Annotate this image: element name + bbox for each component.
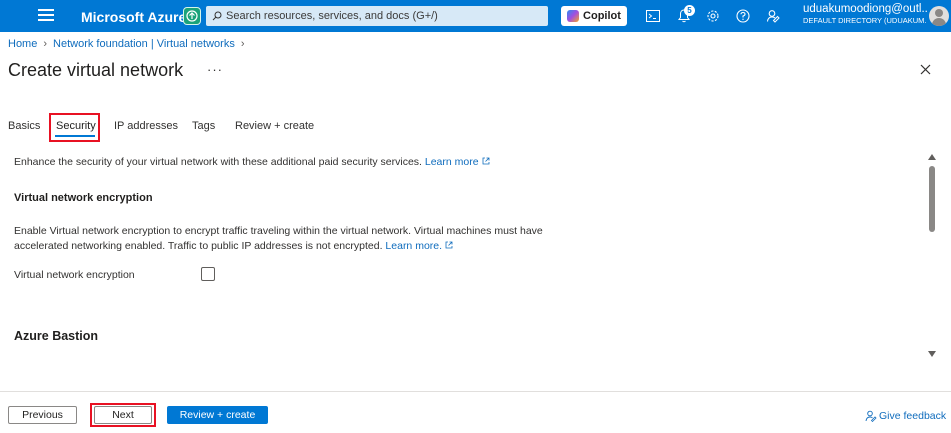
help-icon[interactable] (735, 8, 751, 24)
scroll-thumb[interactable] (929, 166, 935, 232)
more-options-icon[interactable]: ··· (207, 62, 223, 77)
notification-badge: 5 (684, 5, 695, 16)
account-info[interactable]: uduakumoodiong@outl... DEFAULT DIRECTORY… (803, 3, 927, 25)
intro-description: Enhance the security of your virtual net… (14, 156, 422, 168)
chevron-right-icon: › (43, 38, 48, 50)
copilot-icon (567, 10, 580, 22)
upgrade-icon[interactable] (183, 7, 201, 25)
encryption-field-label: Virtual network encryption (14, 269, 135, 281)
cloud-shell-icon[interactable] (645, 8, 661, 24)
encryption-learn-more-label: Learn more. (385, 240, 443, 252)
learn-more-label: Learn more (424, 156, 479, 168)
encryption-heading: Virtual network encryption (14, 192, 153, 204)
settings-icon[interactable] (705, 8, 721, 24)
tab-review-create[interactable]: Review + create (235, 120, 314, 132)
security-tab-highlight (49, 113, 100, 142)
top-bar: Microsoft Azure Copilot 5 uduakumoodiong… (0, 0, 951, 32)
external-link-icon (482, 157, 489, 165)
copilot-label: Copilot (583, 10, 621, 22)
chevron-right-icon: › (240, 38, 245, 50)
give-feedback-label: Give feedback (879, 410, 947, 422)
review-create-button[interactable]: Review + create (167, 406, 268, 424)
tab-ip-addresses[interactable]: IP addresses (114, 120, 178, 132)
search-box[interactable] (206, 6, 548, 26)
learn-more-link[interactable]: Learn more (425, 156, 490, 168)
breadcrumb-virtual-networks[interactable]: Network foundation | Virtual networks (53, 38, 235, 50)
give-feedback-link[interactable]: Give feedback (865, 410, 946, 422)
feedback-icon[interactable] (765, 8, 781, 24)
search-icon (212, 11, 222, 21)
encryption-checkbox[interactable] (201, 267, 215, 281)
copilot-button[interactable]: Copilot (561, 6, 627, 26)
vertical-scrollbar[interactable] (926, 152, 938, 362)
avatar[interactable] (929, 6, 949, 26)
feedback-person-icon (865, 410, 877, 422)
breadcrumb-home[interactable]: Home (8, 38, 37, 50)
close-icon[interactable] (918, 62, 934, 78)
menu-icon[interactable] (38, 9, 54, 23)
tab-tags[interactable]: Tags (192, 120, 215, 132)
account-directory: DEFAULT DIRECTORY (UDUAKUM... (803, 16, 927, 25)
scroll-up-icon[interactable] (928, 154, 936, 160)
breadcrumb: Home › Network foundation | Virtual netw… (8, 38, 245, 50)
footer-divider (0, 391, 951, 392)
external-link-icon (445, 241, 453, 249)
intro-text: Enhance the security of your virtual net… (14, 156, 490, 168)
encryption-description-text: Enable Virtual network encryption to enc… (14, 225, 543, 252)
previous-button[interactable]: Previous (8, 406, 77, 424)
scroll-down-icon[interactable] (928, 351, 936, 357)
brand-title[interactable]: Microsoft Azure (81, 9, 186, 25)
encryption-description: Enable Virtual network encryption to enc… (14, 224, 574, 254)
page-title: Create virtual network (8, 60, 184, 80)
tab-basics[interactable]: Basics (8, 120, 40, 132)
encryption-learn-more-link[interactable]: Learn more. (385, 240, 453, 252)
account-name: uduakumoodiong@outl... (803, 3, 927, 15)
bastion-heading: Azure Bastion (14, 329, 99, 343)
search-input[interactable] (226, 10, 526, 22)
next-button-highlight (90, 403, 156, 427)
